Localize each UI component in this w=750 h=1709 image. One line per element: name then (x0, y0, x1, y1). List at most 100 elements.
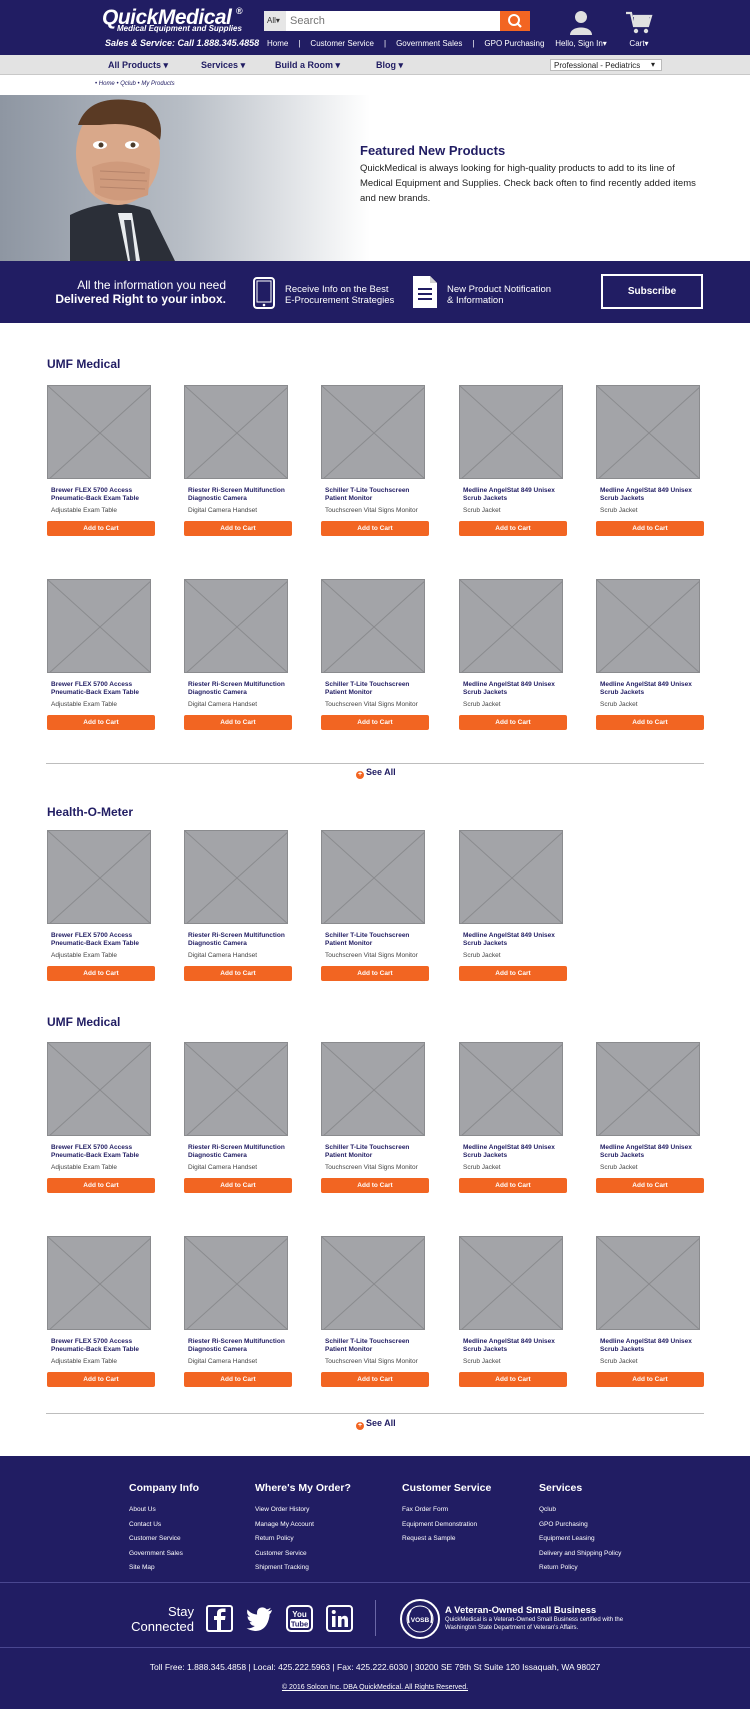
product-image[interactable] (47, 385, 151, 479)
account-menu[interactable]: Hello, Sign In▾ (553, 10, 609, 48)
product-image[interactable] (321, 385, 425, 479)
footer-link[interactable]: Equipment Leasing (539, 1532, 621, 1547)
product-name[interactable]: Schiller T-Lite Touchscreen Patient Moni… (321, 681, 429, 696)
footer-link[interactable]: GPO Purchasing (539, 1518, 621, 1533)
add-to-cart-button[interactable]: Add to Cart (184, 966, 292, 981)
see-all-link[interactable]: + See All (356, 1418, 396, 1430)
add-to-cart-button[interactable]: Add to Cart (47, 1372, 155, 1387)
product-name[interactable]: Brewer FLEX 5700 Access Pneumatic-Back E… (47, 1338, 155, 1353)
facebook-icon[interactable] (206, 1605, 233, 1632)
add-to-cart-button[interactable]: Add to Cart (321, 1178, 429, 1193)
youtube-icon[interactable]: You Tube (286, 1605, 313, 1632)
add-to-cart-button[interactable]: Add to Cart (459, 1372, 567, 1387)
add-to-cart-button[interactable]: Add to Cart (596, 1178, 704, 1193)
link-government-sales[interactable]: Government Sales (396, 39, 462, 48)
product-name[interactable]: Brewer FLEX 5700 Access Pneumatic-Back E… (47, 681, 155, 696)
add-to-cart-button[interactable]: Add to Cart (47, 521, 155, 536)
footer-link[interactable]: About Us (129, 1503, 199, 1518)
copyright[interactable]: © 2016 Solcon Inc. DBA QuickMedical. All… (0, 1684, 750, 1691)
footer-link[interactable]: Manage My Account (255, 1518, 351, 1533)
profile-select[interactable]: Professional - Pediatrics ▾ (550, 59, 662, 71)
product-name[interactable]: Riester Ri-Screen Multifunction Diagnost… (184, 1144, 292, 1159)
add-to-cart-button[interactable]: Add to Cart (321, 966, 429, 981)
add-to-cart-button[interactable]: Add to Cart (184, 1178, 292, 1193)
add-to-cart-button[interactable]: Add to Cart (47, 966, 155, 981)
product-name[interactable]: Medline AngelStat 849 Unisex Scrub Jacke… (596, 1144, 704, 1159)
add-to-cart-button[interactable]: Add to Cart (47, 715, 155, 730)
nav-build-a-room[interactable]: Build a Room ▾ (275, 60, 340, 71)
product-name[interactable]: Medline AngelStat 849 Unisex Scrub Jacke… (459, 487, 567, 502)
product-image[interactable] (459, 830, 563, 924)
product-image[interactable] (596, 385, 700, 479)
subscribe-button[interactable]: Subscribe (601, 274, 703, 309)
product-image[interactable] (47, 830, 151, 924)
product-image[interactable] (321, 1236, 425, 1330)
add-to-cart-button[interactable]: Add to Cart (596, 715, 704, 730)
link-customer-service[interactable]: Customer Service (310, 39, 374, 48)
product-image[interactable] (459, 1236, 563, 1330)
add-to-cart-button[interactable]: Add to Cart (459, 715, 567, 730)
nav-blog[interactable]: Blog ▾ (376, 60, 403, 71)
product-name[interactable]: Medline AngelStat 849 Unisex Scrub Jacke… (459, 681, 567, 696)
product-name[interactable]: Brewer FLEX 5700 Access Pneumatic-Back E… (47, 932, 155, 947)
product-image[interactable] (47, 1042, 151, 1136)
linkedin-icon[interactable] (326, 1605, 353, 1632)
product-image[interactable] (47, 1236, 151, 1330)
footer-link[interactable]: Request a Sample (402, 1532, 491, 1547)
footer-link[interactable]: Site Map (129, 1561, 199, 1576)
add-to-cart-button[interactable]: Add to Cart (459, 521, 567, 536)
product-name[interactable]: Riester Ri-Screen Multifunction Diagnost… (184, 932, 292, 947)
product-name[interactable]: Schiller T-Lite Touchscreen Patient Moni… (321, 932, 429, 947)
add-to-cart-button[interactable]: Add to Cart (321, 521, 429, 536)
footer-link[interactable]: Contact Us (129, 1518, 199, 1533)
product-image[interactable] (596, 1236, 700, 1330)
product-name[interactable]: Brewer FLEX 5700 Access Pneumatic-Back E… (47, 1144, 155, 1159)
see-all-link[interactable]: + See All (356, 767, 396, 779)
search-button[interactable] (500, 11, 530, 31)
product-image[interactable] (184, 385, 288, 479)
footer-link[interactable]: Government Sales (129, 1547, 199, 1562)
product-name[interactable]: Medline AngelStat 849 Unisex Scrub Jacke… (596, 1338, 704, 1353)
add-to-cart-button[interactable]: Add to Cart (459, 966, 567, 981)
product-name[interactable]: Brewer FLEX 5700 Access Pneumatic-Back E… (47, 487, 155, 502)
breadcrumb[interactable]: • Home • Qclub • My Products (95, 81, 175, 87)
add-to-cart-button[interactable]: Add to Cart (47, 1178, 155, 1193)
footer-link[interactable]: Fax Order Form (402, 1503, 491, 1518)
cart-button[interactable]: Cart▾ (622, 10, 656, 48)
product-name[interactable]: Riester Ri-Screen Multifunction Diagnost… (184, 1338, 292, 1353)
product-image[interactable] (184, 1042, 288, 1136)
footer-link[interactable]: Return Policy (539, 1561, 621, 1576)
footer-link[interactable]: Equipment Demonstration (402, 1518, 491, 1533)
product-name[interactable]: Medline AngelStat 849 Unisex Scrub Jacke… (459, 932, 567, 947)
product-image[interactable] (596, 579, 700, 673)
search-input[interactable] (290, 11, 490, 31)
product-name[interactable]: Riester Ri-Screen Multifunction Diagnost… (184, 487, 292, 502)
footer-link[interactable]: Qclub (539, 1503, 621, 1518)
product-image[interactable] (596, 1042, 700, 1136)
link-gpo-purchasing[interactable]: GPO Purchasing (484, 39, 544, 48)
add-to-cart-button[interactable]: Add to Cart (459, 1178, 567, 1193)
product-name[interactable]: Medline AngelStat 849 Unisex Scrub Jacke… (459, 1338, 567, 1353)
add-to-cart-button[interactable]: Add to Cart (184, 715, 292, 730)
nav-all-products[interactable]: All Products ▾ (108, 60, 168, 71)
product-image[interactable] (47, 579, 151, 673)
footer-link[interactable]: Return Policy (255, 1532, 351, 1547)
product-name[interactable]: Schiller T-Lite Touchscreen Patient Moni… (321, 1338, 429, 1353)
product-image[interactable] (321, 1042, 425, 1136)
add-to-cart-button[interactable]: Add to Cart (596, 1372, 704, 1387)
add-to-cart-button[interactable]: Add to Cart (184, 521, 292, 536)
link-home[interactable]: Home (267, 39, 288, 48)
footer-link[interactable]: Customer Service (255, 1547, 351, 1562)
twitter-icon[interactable] (246, 1605, 273, 1632)
product-name[interactable]: Medline AngelStat 849 Unisex Scrub Jacke… (459, 1144, 567, 1159)
product-name[interactable]: Medline AngelStat 849 Unisex Scrub Jacke… (596, 681, 704, 696)
footer-link[interactable]: Delivery and Shipping Policy (539, 1547, 621, 1562)
add-to-cart-button[interactable]: Add to Cart (596, 521, 704, 536)
product-name[interactable]: Riester Ri-Screen Multifunction Diagnost… (184, 681, 292, 696)
product-image[interactable] (459, 579, 563, 673)
add-to-cart-button[interactable]: Add to Cart (184, 1372, 292, 1387)
footer-link[interactable]: View Order History (255, 1503, 351, 1518)
product-image[interactable] (459, 385, 563, 479)
product-image[interactable] (184, 830, 288, 924)
add-to-cart-button[interactable]: Add to Cart (321, 715, 429, 730)
